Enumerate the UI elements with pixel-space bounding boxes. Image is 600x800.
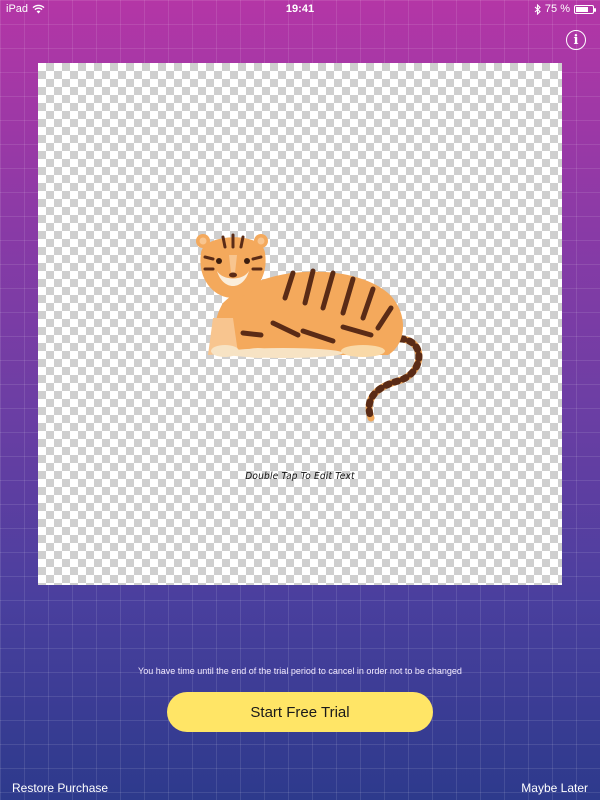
editor-canvas[interactable]: Double Tap To Edit Text [38,63,562,585]
info-icon: i [573,32,579,48]
bluetooth-icon [534,3,541,15]
status-bar: iPad 19:41 75 % [0,0,600,18]
info-button[interactable]: i [566,30,586,50]
maybe-later-link[interactable]: Maybe Later [521,781,588,795]
status-time: 19:41 [285,3,315,15]
start-free-trial-button[interactable]: Start Free Trial [167,692,433,732]
battery-percent: 75 % [544,3,570,15]
trial-disclaimer: You have time until the end of the trial… [138,666,462,676]
battery-level [576,6,588,12]
battery-icon [574,4,596,14]
editable-text[interactable]: Double Tap To Edit Text [38,471,562,482]
status-right: 75 % [534,3,596,15]
restore-purchase-link[interactable]: Restore Purchase [12,781,108,795]
tiger-illustration[interactable] [173,223,433,423]
